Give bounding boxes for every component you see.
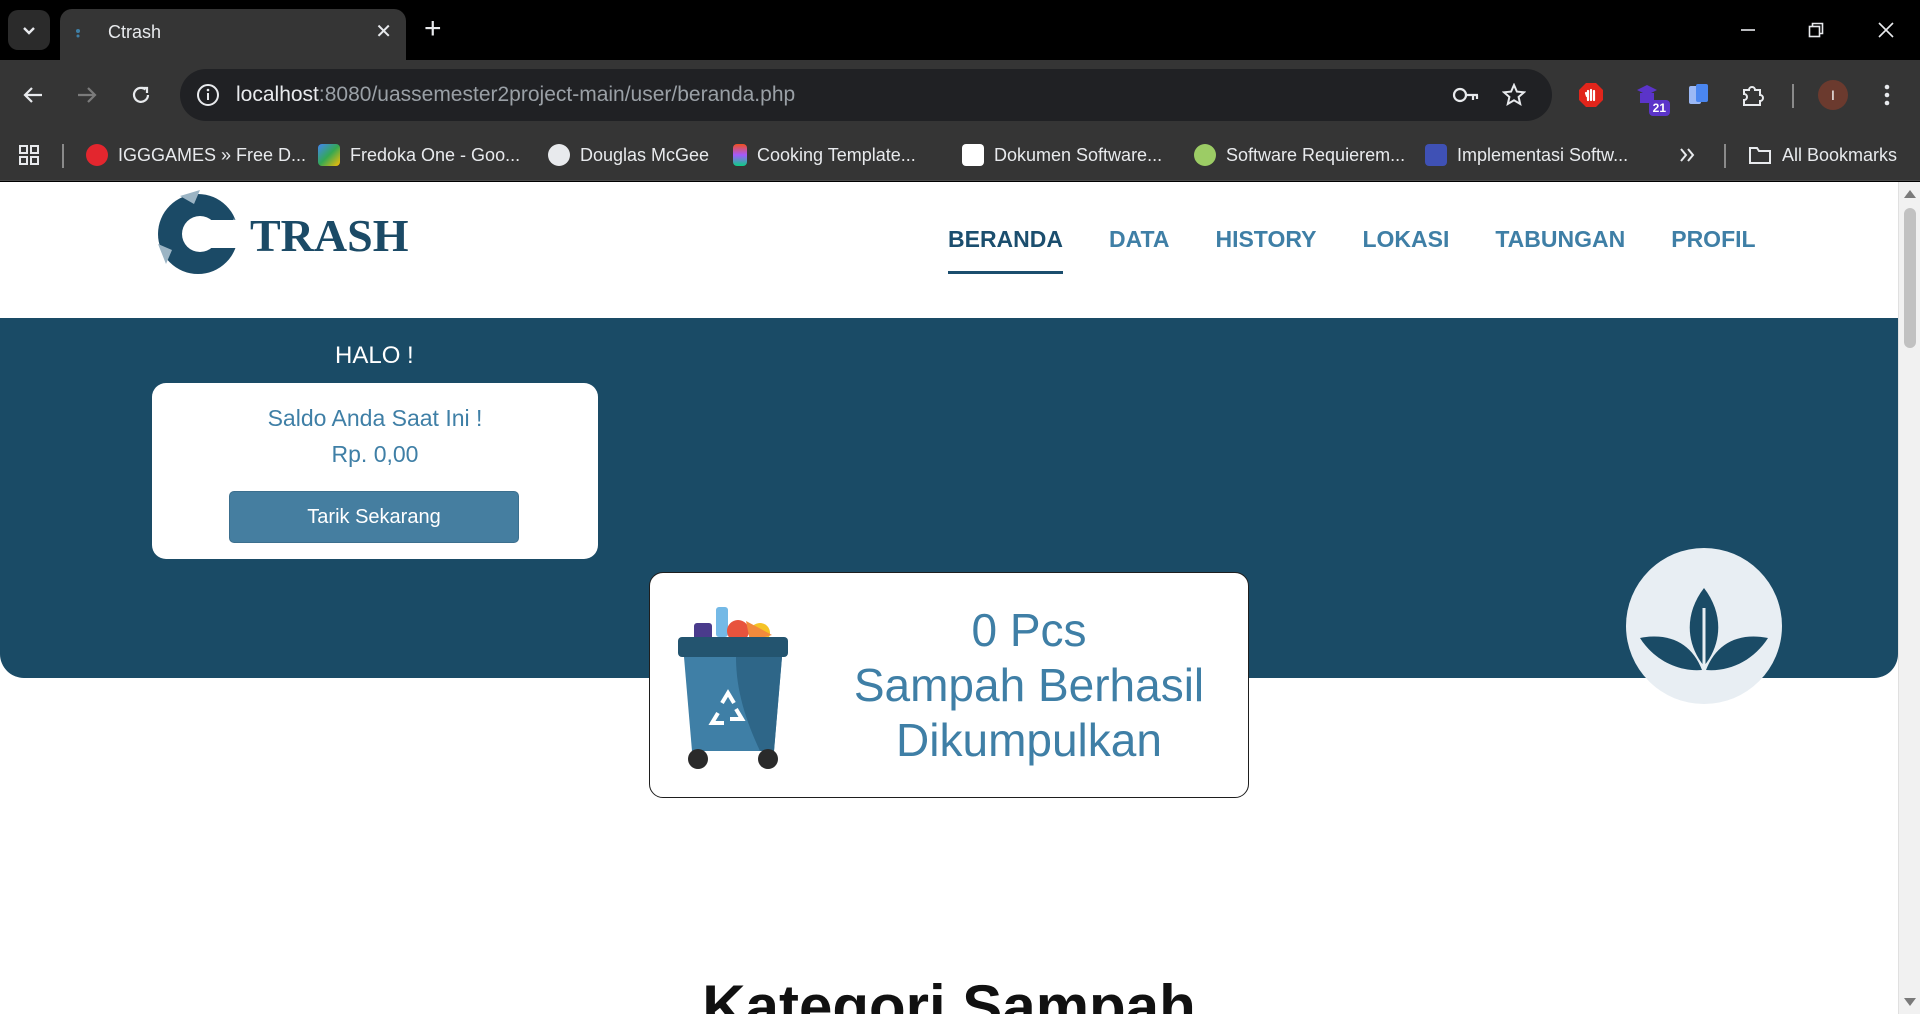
more-bookmarks-chevron-icon[interactable] <box>1678 142 1696 168</box>
leaf-icon <box>1640 588 1768 686</box>
browser-tab[interactable]: Ctrash ✕ <box>60 9 406 60</box>
browser-toolbar: localhost:8080/uassemester2project-main/… <box>0 60 1920 130</box>
adblock-extension-icon[interactable] <box>1576 80 1606 110</box>
restore-button[interactable] <box>1796 12 1836 48</box>
globe-icon <box>548 144 570 166</box>
extension-count-badge: 21 <box>1648 100 1670 116</box>
pkp-icon <box>962 144 984 166</box>
bookmark-label: IGGGAMES » Free D... <box>118 144 307 165</box>
collected-label-line2: Dikumpulkan <box>896 714 1162 766</box>
address-bar[interactable]: localhost:8080/uassemester2project-main/… <box>180 69 1552 121</box>
toolbar-divider <box>1792 84 1794 108</box>
section-title: Kategori Sampah <box>702 973 1196 1014</box>
collected-waste-card: 0 Pcs Sampah Berhasil Dikumpulkan <box>649 572 1249 798</box>
bookmark-item[interactable]: Douglas McGee <box>548 142 709 168</box>
tab-title: Ctrash <box>108 22 162 42</box>
site-info-icon[interactable] <box>194 81 222 109</box>
greeting-text: HALO ! <box>335 342 414 369</box>
bookmark-label: Douglas McGee <box>580 144 710 165</box>
bookmark-label: Fredoka One - Goo... <box>350 144 521 165</box>
reload-button[interactable] <box>123 77 159 113</box>
nav-profil[interactable]: PROFIL <box>1671 226 1755 274</box>
apps-grid-icon[interactable] <box>18 142 40 168</box>
bookmark-item[interactable]: Software Requierem... <box>1194 142 1405 168</box>
tab-close-icon[interactable]: ✕ <box>375 21 392 43</box>
scroll-up-arrow-icon[interactable] <box>1904 190 1916 198</box>
bookmark-item[interactable]: Implementasi Softw... <box>1425 142 1628 168</box>
google-fonts-icon <box>318 144 340 166</box>
bookmark-label: Dokumen Software... <box>994 144 1163 165</box>
igg-icon <box>86 144 108 166</box>
collected-count: 0 Pcs <box>971 604 1087 656</box>
bookmark-item[interactable]: Dokumen Software... <box>962 142 1162 168</box>
ctrash-logo[interactable]: TRASH <box>150 184 420 280</box>
svg-text:TRASH: TRASH <box>250 210 409 261</box>
bookmark-star-icon[interactable] <box>1500 81 1528 109</box>
page-viewport: TRASH BERANDA DATA HISTORY LOKASI TABUNG… <box>0 182 1920 1014</box>
nav-data[interactable]: DATA <box>1109 226 1169 274</box>
all-bookmarks-button[interactable]: All Bookmarks <box>1748 142 1897 168</box>
balance-card: Saldo Anda Saat Ini ! Rp. 0,00 Tarik Sek… <box>152 383 598 559</box>
bookmarks-bar: IGGGAMES » Free D... Fredoka One - Goo..… <box>0 130 1920 181</box>
collected-stats: 0 Pcs Sampah Berhasil Dikumpulkan <box>810 603 1248 768</box>
chevron-down-icon <box>23 27 35 35</box>
minimize-icon <box>1741 29 1755 31</box>
site-icon <box>1194 144 1216 166</box>
restore-icon <box>1808 22 1824 38</box>
ctrash-favicon-icon <box>76 29 80 38</box>
nav-tabungan[interactable]: TABUNGAN <box>1495 226 1625 274</box>
reload-icon <box>132 86 150 103</box>
url-host: localhost <box>236 83 319 106</box>
profile-avatar[interactable]: I <box>1818 80 1848 110</box>
password-key-icon[interactable] <box>1452 81 1480 109</box>
withdraw-button[interactable]: Tarik Sekarang <box>229 491 519 543</box>
forward-button[interactable] <box>69 77 105 113</box>
bookmark-label: Cooking Template... <box>757 144 916 165</box>
back-button[interactable] <box>15 77 51 113</box>
bookmarks-divider <box>62 144 64 168</box>
all-bookmarks-label: All Bookmarks <box>1782 144 1898 165</box>
extension-badge-icon[interactable]: 21 <box>1632 80 1670 116</box>
nav-history[interactable]: HISTORY <box>1215 226 1316 274</box>
scroll-thumb[interactable] <box>1904 208 1916 348</box>
bookmarks-divider <box>1724 144 1726 168</box>
bookmark-item[interactable]: Cooking Template... <box>733 142 916 168</box>
page-scrollbar[interactable] <box>1898 182 1920 1014</box>
site-header: TRASH BERANDA DATA HISTORY LOKASI TABUNG… <box>0 182 1898 318</box>
nav-lokasi[interactable]: LOKASI <box>1362 226 1449 274</box>
arrow-right-icon <box>78 87 97 103</box>
bookmark-label: Implementasi Softw... <box>1457 144 1629 165</box>
collected-label-line1: Sampah Berhasil <box>853 659 1205 711</box>
url-text[interactable]: localhost:8080/uassemester2project-main/… <box>236 83 795 107</box>
arrow-left-icon <box>23 87 42 103</box>
nav-beranda[interactable]: BERANDA <box>948 226 1063 274</box>
docs-extension-icon[interactable] <box>1684 80 1714 110</box>
site-icon <box>1425 144 1447 166</box>
figma-icon <box>733 144 747 166</box>
recycle-bin-icon <box>678 607 788 769</box>
balance-title: Saldo Anda Saat Ini ! <box>267 405 483 431</box>
bookmark-item[interactable]: IGGGAMES » Free D... <box>86 142 306 168</box>
scroll-down-arrow-icon[interactable] <box>1904 998 1916 1006</box>
url-path: :8080/uassemester2project-main/user/bera… <box>318 83 796 106</box>
folder-icon <box>1749 147 1771 164</box>
close-window-button[interactable] <box>1866 12 1906 48</box>
browser-tab-bar: Ctrash ✕ + <box>0 0 1920 60</box>
bookmark-label: Software Requierem... <box>1226 144 1406 165</box>
browser-menu-icon[interactable] <box>1872 80 1902 110</box>
bookmark-item[interactable]: Fredoka One - Goo... <box>318 142 520 168</box>
main-nav: BERANDA DATA HISTORY LOKASI TABUNGAN PRO… <box>948 226 1756 274</box>
close-icon <box>1878 22 1894 38</box>
new-tab-button[interactable]: + <box>424 14 442 44</box>
leaf-badge <box>1626 548 1782 704</box>
extensions-puzzle-icon[interactable] <box>1738 80 1768 110</box>
minimize-button[interactable] <box>1728 12 1768 48</box>
balance-amount: Rp. 0,00 <box>331 441 419 467</box>
tab-search-button[interactable] <box>8 10 50 50</box>
